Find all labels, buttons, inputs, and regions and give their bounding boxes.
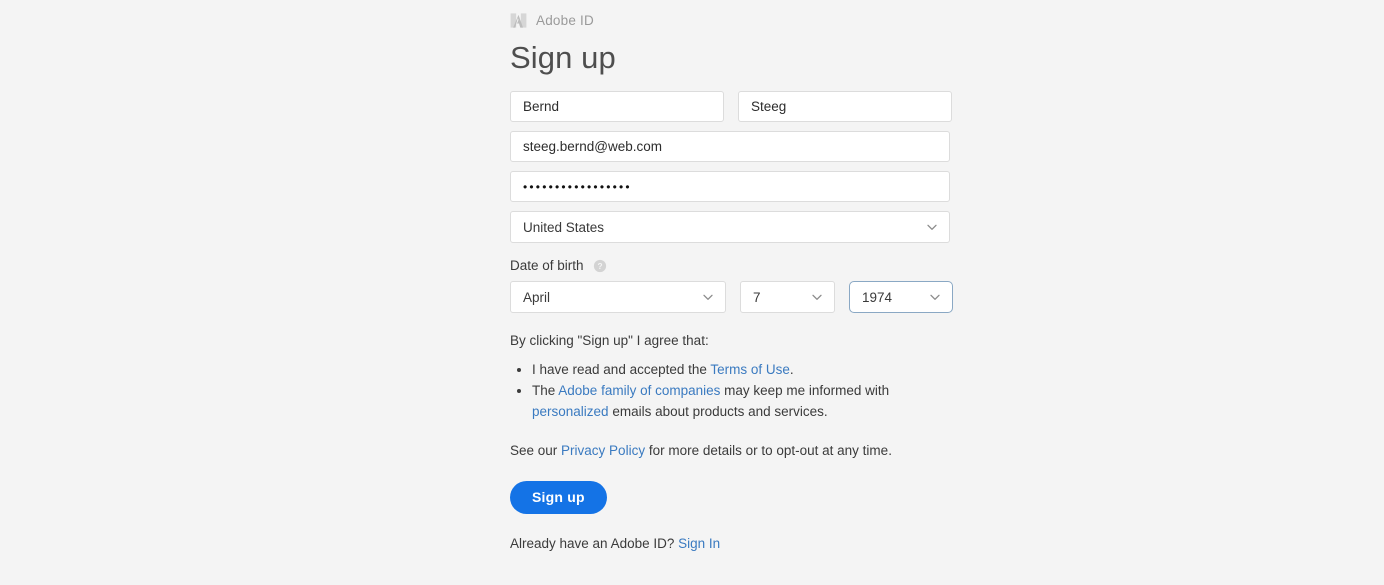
- agreement-bullets: I have read and accepted the Terms of Us…: [510, 360, 952, 423]
- email-input[interactable]: [510, 131, 950, 163]
- privacy-text-pre: See our: [510, 443, 562, 459]
- signin-prompt-text: Already have an Adobe ID?: [510, 535, 679, 551]
- signup-page: Adobe ID Sign up ••••••••••••••••• Unite…: [0, 0, 1384, 585]
- birth-month-select[interactable]: April: [510, 281, 726, 314]
- sign-in-link[interactable]: Sign In: [678, 536, 720, 551]
- help-circle-icon[interactable]: ?: [593, 259, 607, 273]
- agreement-intro: By clicking "Sign up" I agree that:: [510, 333, 709, 349]
- brand-label: Adobe ID: [536, 12, 594, 28]
- password-input[interactable]: •••••••••••••••••: [510, 171, 950, 203]
- brand-row: Adobe ID: [510, 0, 952, 35]
- signin-line: Already have an Adobe ID? Sign In: [510, 536, 952, 551]
- svg-text:?: ?: [597, 261, 602, 271]
- birth-day-select[interactable]: 7: [740, 281, 835, 314]
- first-name-input[interactable]: [510, 91, 724, 123]
- privacy-policy-link[interactable]: Privacy Policy: [561, 443, 645, 458]
- bullet1-text-post: .: [789, 361, 794, 377]
- chevron-down-icon: [703, 294, 713, 301]
- birth-month-value: April: [523, 289, 551, 305]
- dob-label-row: Date of birth ?: [510, 258, 952, 273]
- personalized-link[interactable]: personalized: [532, 404, 609, 419]
- chevron-down-icon: [927, 224, 937, 231]
- name-field-row: [510, 91, 952, 123]
- country-select-value: United States: [523, 219, 605, 235]
- chevron-down-icon: [930, 294, 940, 301]
- privacy-line: See our Privacy Policy for more details …: [510, 441, 952, 461]
- birth-year-value: 1974: [862, 289, 893, 305]
- terms-of-use-link[interactable]: Terms of Use: [710, 362, 790, 377]
- country-select[interactable]: United States: [510, 211, 950, 244]
- password-masked-value: •••••••••••••••••: [523, 179, 632, 194]
- agreement-bullet-terms: I have read and accepted the Terms of Us…: [510, 360, 952, 381]
- privacy-text-post: for more details or to opt-out at any ti…: [645, 443, 892, 459]
- birth-day-value: 7: [753, 289, 761, 305]
- bullet1-text-pre: I have read and accepted the: [532, 361, 711, 377]
- page-title: Sign up: [510, 40, 616, 75]
- signup-button[interactable]: Sign up: [510, 480, 607, 514]
- bullet2-text-pre: The: [532, 382, 559, 398]
- dob-row: April 7 1974: [510, 281, 953, 314]
- chevron-down-icon: [812, 294, 822, 301]
- adobe-logo-icon: [510, 12, 527, 28]
- birth-year-select[interactable]: 1974: [849, 281, 953, 314]
- adobe-family-link[interactable]: Adobe family of companies: [558, 383, 720, 398]
- email-field-row: [510, 131, 952, 163]
- bullet2-text-post: emails about products and services.: [608, 403, 828, 419]
- bullet2-text-mid: may keep me informed with: [720, 382, 890, 398]
- agreement-bullet-marketing: The Adobe family of companies may keep m…: [510, 381, 952, 423]
- last-name-input[interactable]: [738, 91, 952, 123]
- dob-label: Date of birth: [510, 258, 584, 274]
- signup-form: Adobe ID Sign up ••••••••••••••••• Unite…: [510, 0, 953, 551]
